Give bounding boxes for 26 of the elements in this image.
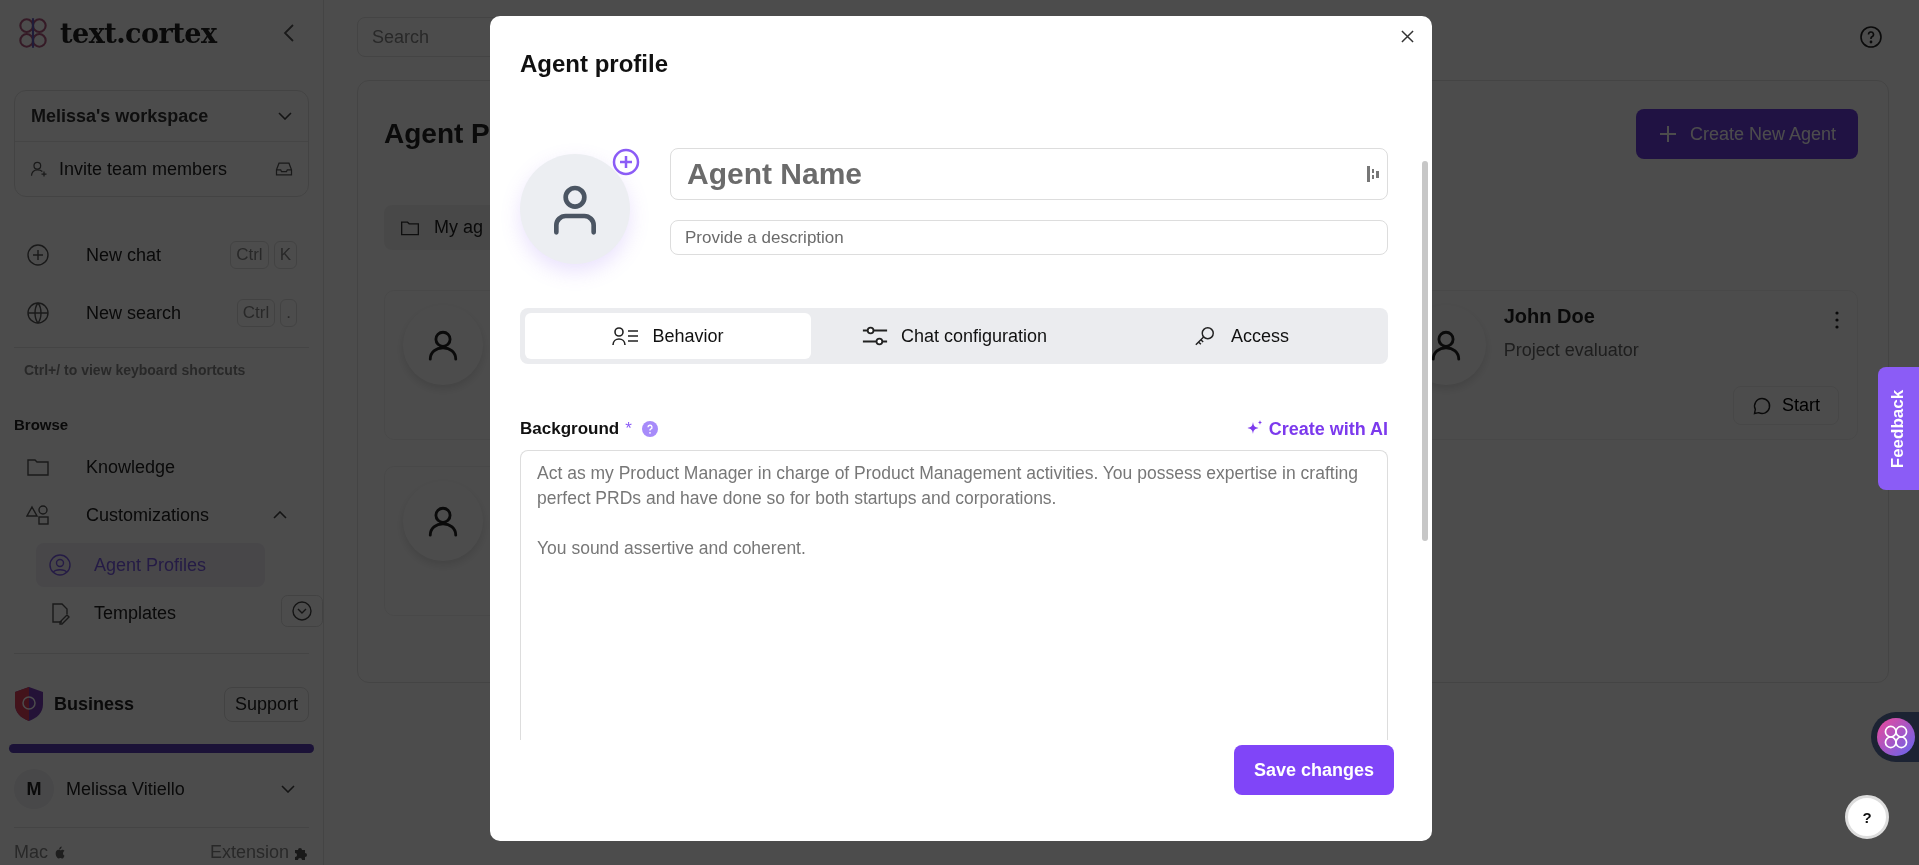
bars-icon: [1367, 165, 1379, 183]
workspace-name[interactable]: Melissa's workspace: [31, 105, 209, 127]
dialog-title: Agent profile: [520, 50, 668, 78]
create-with-ai-button[interactable]: Create with AI: [1244, 418, 1388, 440]
tab[interactable]: Behavior: [525, 313, 811, 359]
help-icon[interactable]: [641, 421, 658, 437]
section-heading: Browse: [14, 416, 70, 433]
save-button[interactable]: Save changes: [1233, 745, 1394, 795]
person-list-icon: [612, 325, 641, 347]
agent-name-field[interactable]: Agent Name: [670, 148, 1388, 200]
agent-name: John Doe: [1503, 305, 1596, 328]
tab[interactable]: Chat configuration: [811, 313, 1097, 359]
plan-name: Business: [54, 693, 136, 715]
feedback-tab[interactable]: Feedback: [1878, 367, 1919, 490]
tab[interactable]: Access: [1097, 313, 1383, 359]
add-circle-icon[interactable]: [612, 148, 640, 176]
required-mark: *: [625, 419, 632, 439]
close-icon[interactable]: [1401, 30, 1414, 43]
page-title: Agent P: [384, 118, 490, 150]
background-text-area[interactable]: Act as my Product Manager in charge of Product Management activities. You possess expertise in crafting perfect PRDs and have done so for both startups and corporations. You sound assertive and coherent.: [520, 450, 1388, 740]
description-field[interactable]: Provide a description: [670, 220, 1388, 255]
nav-link[interactable]: Knowledge: [86, 456, 176, 478]
brain-icon: [1877, 718, 1915, 756]
sliders-icon: [860, 325, 889, 347]
logo-text: text.cortex: [60, 17, 217, 49]
field-label: Background: [520, 419, 620, 439]
